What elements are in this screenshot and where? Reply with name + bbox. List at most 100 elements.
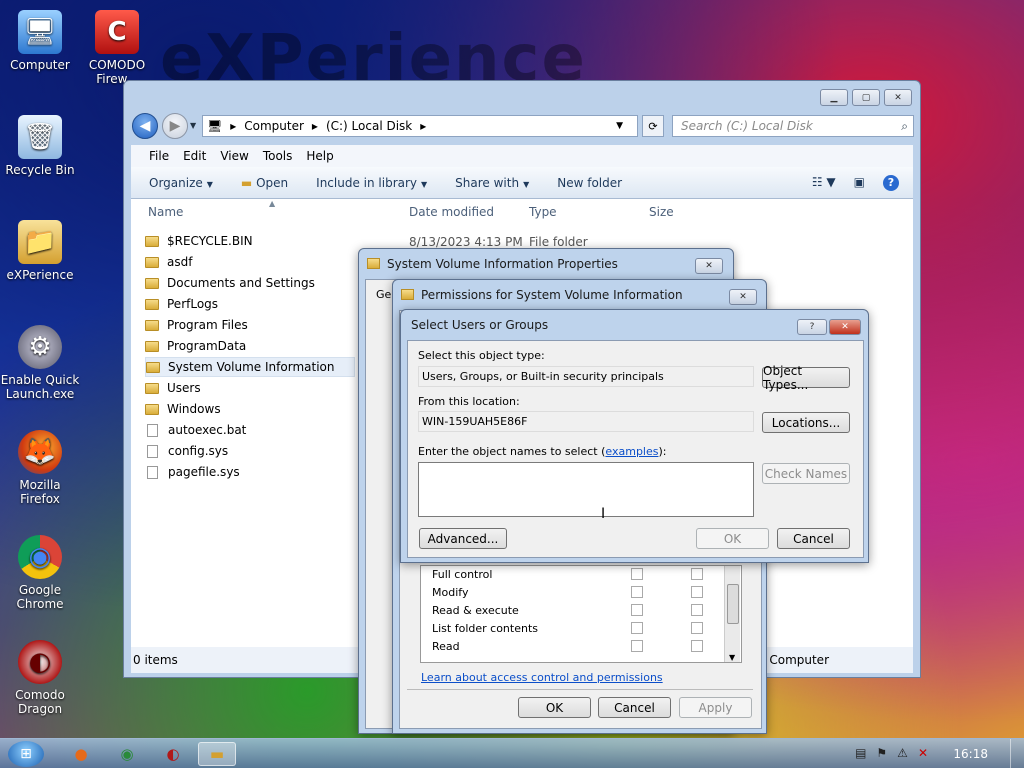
ok-button[interactable]: OK: [696, 528, 769, 549]
deny-checkbox[interactable]: [691, 586, 703, 598]
menu-edit[interactable]: Edit: [183, 149, 206, 163]
close-button[interactable]: ✕: [695, 258, 723, 274]
action-center-flag-icon[interactable]: ⚑: [876, 746, 887, 760]
ok-button[interactable]: OK: [518, 697, 591, 718]
cancel-button[interactable]: Cancel: [777, 528, 850, 549]
check-names-button[interactable]: Check Names: [762, 463, 850, 484]
deny-checkbox[interactable]: [691, 622, 703, 634]
list-item[interactable]: Program Files: [145, 315, 355, 335]
list-item[interactable]: Users: [145, 378, 355, 398]
menu-help[interactable]: Help: [306, 149, 333, 163]
list-item[interactable]: PerfLogs: [145, 294, 355, 314]
column-header-type[interactable]: Type: [529, 205, 557, 219]
list-item[interactable]: config.sys: [145, 441, 355, 461]
scroll-thumb[interactable]: [727, 584, 739, 624]
folder-icon: [145, 403, 159, 415]
network-warning-icon[interactable]: ⚠: [897, 746, 908, 760]
recent-pages-dropdown[interactable]: ▼: [190, 121, 196, 130]
location-field: WIN-159UAH5E86F: [418, 411, 754, 432]
minimize-button[interactable]: ▁: [820, 89, 848, 106]
view-options-icon[interactable]: ☷ ▼: [812, 175, 836, 191]
address-bar[interactable]: 🖥 ▸ Computer ▸ (C:) Local Disk ▸ ▼: [202, 115, 638, 137]
address-dropdown-icon[interactable]: ▼: [616, 121, 623, 131]
show-desktop-button[interactable]: [1010, 739, 1024, 768]
chrome-icon: ◉: [120, 745, 134, 763]
list-item[interactable]: autoexec.bat: [145, 420, 355, 440]
allow-checkbox[interactable]: [631, 640, 643, 652]
list-item-selected[interactable]: System Volume Information: [145, 357, 355, 377]
object-types-button[interactable]: Object Types...: [762, 364, 850, 392]
back-button[interactable]: ◀: [132, 113, 158, 139]
volume-muted-icon[interactable]: ✕: [918, 746, 928, 760]
list-item[interactable]: Documents and Settings: [145, 273, 355, 293]
allow-checkbox[interactable]: [631, 568, 643, 580]
learn-permissions-link[interactable]: Learn about access control and permissio…: [421, 671, 663, 684]
menu-tools[interactable]: Tools: [263, 149, 293, 163]
start-button[interactable]: ⊞: [8, 741, 44, 767]
deny-checkbox[interactable]: [691, 640, 703, 652]
toolbar-right-group: ☷ ▼ ▣ ?: [812, 174, 899, 191]
taskbar-explorer[interactable]: ▬: [198, 742, 236, 766]
close-button[interactable]: ✕: [829, 319, 861, 335]
deny-checkbox[interactable]: [691, 568, 703, 580]
permission-row: Full control: [432, 565, 712, 583]
search-input[interactable]: Search (C:) Local Disk ⌕: [672, 115, 914, 137]
column-header-name[interactable]: Name: [148, 205, 183, 219]
help-icon[interactable]: ?: [883, 174, 899, 191]
examples-link[interactable]: examples: [605, 445, 658, 458]
menu-file[interactable]: File: [149, 149, 169, 163]
cancel-button[interactable]: Cancel: [598, 697, 671, 718]
list-item[interactable]: $RECYCLE.BIN: [145, 231, 355, 251]
apply-button[interactable]: Apply: [679, 697, 752, 718]
allow-checkbox[interactable]: [631, 586, 643, 598]
desktop-icon-experience[interactable]: 📁 eXPerience: [0, 220, 80, 282]
permissions-scrollbar[interactable]: ▼: [724, 566, 740, 662]
taskbar-chrome[interactable]: ◉: [108, 742, 146, 766]
breadcrumb-local-disk[interactable]: (C:) Local Disk: [326, 119, 412, 133]
search-placeholder: Search (C:) Local Disk: [681, 119, 813, 133]
close-button[interactable]: ✕: [884, 89, 912, 106]
tab-general[interactable]: Ge: [376, 288, 391, 301]
menu-view[interactable]: View: [220, 149, 248, 163]
list-item[interactable]: Windows: [145, 399, 355, 419]
desktop-icon-comodo-firewall[interactable]: C COMODO Firew...: [77, 10, 157, 86]
desktop-icon-firefox[interactable]: 🦊 Mozilla Firefox: [0, 430, 80, 506]
desktop-icon-computer[interactable]: 🖥 Computer: [0, 10, 80, 72]
object-names-input[interactable]: [418, 462, 754, 517]
column-header-date[interactable]: Date modified: [409, 205, 494, 219]
desktop-icon-comodo-dragon[interactable]: ◐ Comodo Dragon: [0, 640, 80, 716]
locations-button[interactable]: Locations...: [762, 412, 850, 433]
list-item[interactable]: ProgramData: [145, 336, 355, 356]
preview-pane-icon[interactable]: ▣: [854, 175, 865, 191]
close-button[interactable]: ✕: [729, 289, 757, 305]
maximize-button[interactable]: ▢: [852, 89, 880, 106]
desktop-icon-recycle-bin[interactable]: 🗑 Recycle Bin: [0, 115, 80, 177]
open-button[interactable]: ▬ Open: [241, 176, 288, 190]
help-button[interactable]: ?: [797, 319, 827, 335]
desktop-icon-chrome[interactable]: ◉ Google Chrome: [0, 535, 80, 611]
desktop-icon-enable-quick-launch[interactable]: ⚙ Enable Quick Launch.exe: [0, 325, 80, 401]
new-folder-button[interactable]: New folder: [557, 176, 622, 190]
organize-button[interactable]: Organize ▼: [149, 176, 213, 190]
include-in-library-button[interactable]: Include in library ▼: [316, 176, 427, 190]
list-item[interactable]: pagefile.sys: [145, 462, 355, 482]
share-with-button[interactable]: Share with ▼: [455, 176, 529, 190]
desktop-icon-label: eXPerience: [6, 268, 74, 282]
breadcrumb-computer[interactable]: Computer: [244, 119, 304, 133]
list-item[interactable]: asdf: [145, 252, 355, 272]
search-icon[interactable]: ⌕: [901, 119, 908, 134]
forward-button[interactable]: ▶: [162, 113, 188, 139]
refresh-button[interactable]: ⟳: [642, 115, 664, 137]
advanced-button[interactable]: Advanced...: [419, 528, 507, 549]
column-header-size[interactable]: Size: [649, 205, 674, 219]
taskbar-firefox[interactable]: ●: [62, 742, 100, 766]
tray-document-icon[interactable]: ▤: [855, 746, 866, 760]
permission-label: Full control: [432, 567, 493, 581]
scroll-down-icon[interactable]: ▼: [729, 653, 735, 662]
clock[interactable]: 16:18: [953, 747, 988, 761]
deny-checkbox[interactable]: [691, 604, 703, 616]
allow-checkbox[interactable]: [631, 604, 643, 616]
taskbar-comodo-dragon[interactable]: ◐: [154, 742, 192, 766]
breadcrumb-separator-icon: ▸: [311, 119, 318, 133]
allow-checkbox[interactable]: [631, 622, 643, 634]
